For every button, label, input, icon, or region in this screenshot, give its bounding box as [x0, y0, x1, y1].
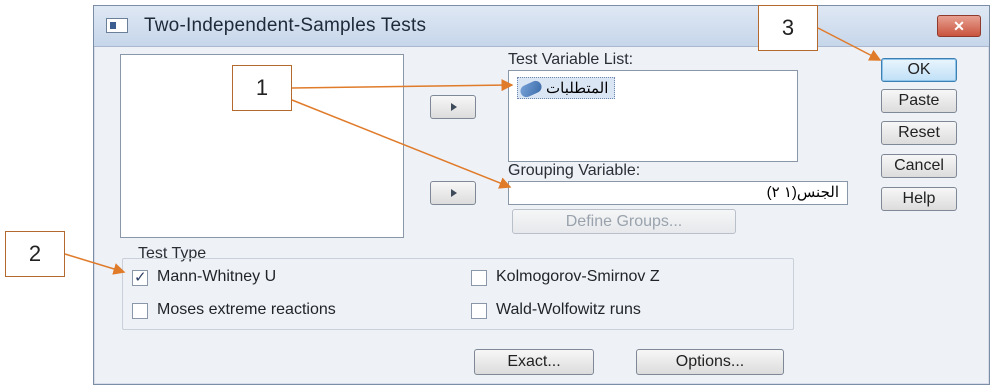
callout-1: 1 [232, 65, 292, 111]
callout-2: 2 [5, 231, 65, 277]
help-button[interactable]: Help [881, 187, 957, 211]
test-variable-list[interactable]: المتطلبات [508, 70, 798, 162]
grouping-variable-label: Grouping Variable: [508, 162, 641, 179]
title-bar[interactable]: Two-Independent-Samples Tests ✕ [94, 6, 989, 47]
options-button[interactable]: Options... [636, 349, 784, 375]
wald-wolfowitz-label[interactable]: Wald-Wolfowitz runs [496, 301, 641, 319]
ok-button[interactable]: OK [881, 58, 957, 82]
dialog-title: Two-Independent-Samples Tests [144, 15, 427, 36]
define-groups-button[interactable]: Define Groups... [512, 209, 736, 234]
close-button[interactable]: ✕ [937, 15, 981, 37]
grouping-variable-field[interactable]: الجنس(١ ٢) [508, 181, 848, 205]
app-icon [106, 18, 128, 33]
mann-whitney-label[interactable]: Mann-Whitney U [157, 268, 276, 286]
kolmogorov-smirnov-checkbox[interactable] [471, 270, 487, 286]
callout-3: 3 [758, 5, 818, 51]
moses-checkbox[interactable] [132, 303, 148, 319]
move-to-test-list-button[interactable] [430, 95, 476, 119]
reset-button[interactable]: Reset [881, 121, 957, 145]
scale-variable-icon [518, 78, 544, 100]
move-to-grouping-button[interactable] [430, 181, 476, 205]
moses-label[interactable]: Moses extreme reactions [157, 301, 336, 319]
test-type-group: Mann-Whitney U Kolmogorov-Smirnov Z Mose… [122, 258, 794, 330]
kolmogorov-smirnov-label[interactable]: Kolmogorov-Smirnov Z [496, 268, 660, 286]
test-variable-name: المتطلبات [546, 80, 609, 97]
cancel-button[interactable]: Cancel [881, 154, 957, 178]
wald-wolfowitz-checkbox[interactable] [471, 303, 487, 319]
ok-button-label: OK [907, 61, 931, 78]
mann-whitney-checkbox[interactable] [132, 268, 148, 286]
exact-button[interactable]: Exact... [474, 349, 594, 375]
test-variable-list-label: Test Variable List: [508, 51, 634, 68]
paste-button[interactable]: Paste [881, 89, 957, 113]
test-variable-item[interactable]: المتطلبات [517, 77, 616, 100]
two-independent-samples-dialog: Two-Independent-Samples Tests ✕ Test Var… [93, 5, 990, 385]
